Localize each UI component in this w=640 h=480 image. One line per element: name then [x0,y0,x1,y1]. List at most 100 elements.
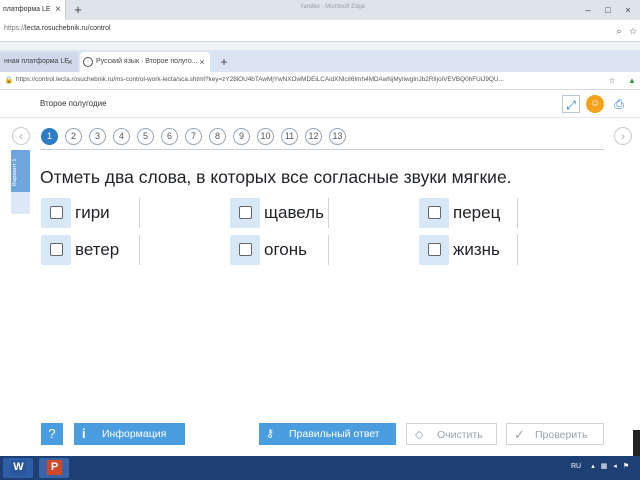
inner-tab-platform[interactable]: нная платформа LE × [0,52,78,72]
outer-tab[interactable]: платформа LE × [0,0,66,20]
new-tab-button[interactable]: + [70,2,86,18]
inner-tab-label: Русский язык · Второе полуго... [96,58,198,65]
network-icon[interactable]: ▦ [600,463,608,471]
task-5-button[interactable]: 5 [137,128,154,145]
word-icon: W [11,460,26,475]
task-2-button[interactable]: 2 [65,128,82,145]
key-icon: ⚷ [266,428,275,440]
option-label: ветер [75,240,120,259]
answer-option[interactable]: жизнь [419,235,518,265]
info-icon: i [82,426,86,441]
option-checkbox-area[interactable] [419,198,449,228]
checkbox-icon[interactable] [239,206,252,219]
windows-taskbar: W P RU ▴ ▦ ◂ ⚑ [0,456,640,480]
outer-url[interactable]: https://lecta.rosuchebnik.ru/control [4,25,111,32]
eraser-icon: ◇ [415,429,424,441]
info-button[interactable]: i Информация [74,423,185,445]
outer-address-bar[interactable]: https://lecta.rosuchebnik.ru/control ⌕ ☆ [0,20,640,42]
next-task-button[interactable]: › [614,127,632,145]
option-label: гири [75,203,110,222]
correct-answer-label: Правильный ответ [289,428,380,440]
task-3-button[interactable]: 3 [89,128,106,145]
inner-tab-russian[interactable]: Русский язык · Второе полуго... × [80,52,210,72]
clear-button-label: Очистить [437,429,483,441]
task-9-button[interactable]: 9 [233,128,250,145]
task-12-button[interactable]: 12 [305,128,322,145]
task-6-button[interactable]: 6 [161,128,178,145]
extension-icon[interactable]: ▲ [626,75,638,87]
answer-option[interactable]: щавель [230,198,329,228]
checkbox-icon[interactable] [239,243,252,256]
smiley-icon[interactable]: ☺ [586,95,604,113]
task-11-button[interactable]: 11 [281,128,298,145]
question-text: Отметь два слова, в которых все согласны… [40,167,512,187]
help-button[interactable]: ? [41,423,63,445]
prev-task-button[interactable]: ‹ [12,127,30,145]
tab-favicon-icon [83,57,93,67]
task-13-button[interactable]: 13 [329,128,346,145]
check-button-label: Проверить [535,429,588,441]
answer-option[interactable]: гири [41,198,140,228]
answer-option[interactable]: перец [419,198,518,228]
word-taskbar-button[interactable]: W [3,458,33,478]
maximize-icon[interactable]: □ [598,0,618,20]
window-title: Yandex · Microsoft Edge [300,4,366,10]
outer-url-main: lecta.rosuchebnik.ru/control [25,25,111,32]
checkmark-icon: ✓ [514,427,525,442]
outer-url-prefix: https:// [4,25,26,32]
flag-icon[interactable]: ⚑ [622,463,630,471]
option-label: щавель [264,203,324,222]
search-icon[interactable]: ⌕ [612,24,626,38]
option-checkbox-area[interactable] [230,235,260,265]
task-4-button[interactable]: 4 [113,128,130,145]
close-window-icon[interactable]: × [618,0,638,20]
lock-icon[interactable]: 🔒 [4,76,14,86]
checkbox-icon[interactable] [50,206,63,219]
answer-option[interactable]: огонь [230,235,329,265]
task-8-button[interactable]: 8 [209,128,226,145]
close-tab-icon[interactable]: × [196,52,208,72]
info-button-label: Информация [102,428,167,440]
task-1-button[interactable]: 1 [41,128,58,145]
checkbox-icon[interactable] [50,243,63,256]
divider [40,149,604,150]
inner-address-bar[interactable]: 🔒 https://control.lecta.rosuchebnik.ru/m… [0,72,640,90]
inner-tab-bar: нная платформа LE × Русский язык · Второ… [0,50,640,72]
checkbox-icon[interactable] [428,243,441,256]
correct-answer-button[interactable]: ⚷ Правильный ответ [259,423,396,445]
option-label: огонь [264,240,307,259]
volume-icon[interactable]: ◂ [611,463,619,471]
checkbox-icon[interactable] [428,206,441,219]
clear-button[interactable]: ◇ Очистить [406,423,497,445]
fullscreen-icon[interactable]: ⤢ [562,95,580,113]
variant-strip-light [11,192,30,214]
outer-tab-bar: платформа LE × + Yandex · Microsoft Edge… [0,0,640,20]
close-tab-icon[interactable]: × [64,52,76,72]
page-title: Второе полугодие [40,99,107,108]
tray-arrow-icon[interactable]: ▴ [589,463,597,471]
language-indicator[interactable]: RU [571,463,581,470]
check-button[interactable]: ✓ Проверить [506,423,604,445]
print-icon[interactable]: ⎙ [610,95,628,113]
task-7-button[interactable]: 7 [185,128,202,145]
option-label: жизнь [453,240,500,259]
new-tab-button[interactable]: + [216,54,232,70]
dark-edge [633,430,640,456]
minimize-icon[interactable]: – [578,0,598,20]
inner-url[interactable]: https://control.lecta.rosuchebnik.ru/ms-… [16,76,602,83]
powerpoint-taskbar-button[interactable]: P [39,458,69,478]
answer-option[interactable]: ветер [41,235,140,265]
option-checkbox-area[interactable] [230,198,260,228]
page-header: Второе полугодие ⤢ ☺ ⎙ [0,90,640,118]
option-checkbox-area[interactable] [41,235,71,265]
option-checkbox-area[interactable] [41,198,71,228]
variant-label: Вариант 1 [12,158,18,186]
option-checkbox-area[interactable] [419,235,449,265]
task-10-button[interactable]: 10 [257,128,274,145]
outer-tab-title: платформа LE [3,6,51,13]
favorites-star-icon[interactable]: ☆ [606,75,618,87]
inner-tab-label: нная платформа LE [4,58,69,65]
close-tab-icon[interactable]: × [52,1,64,19]
favorites-star-icon[interactable]: ☆ [626,24,640,38]
outer-bookmarks-strip [0,42,640,50]
